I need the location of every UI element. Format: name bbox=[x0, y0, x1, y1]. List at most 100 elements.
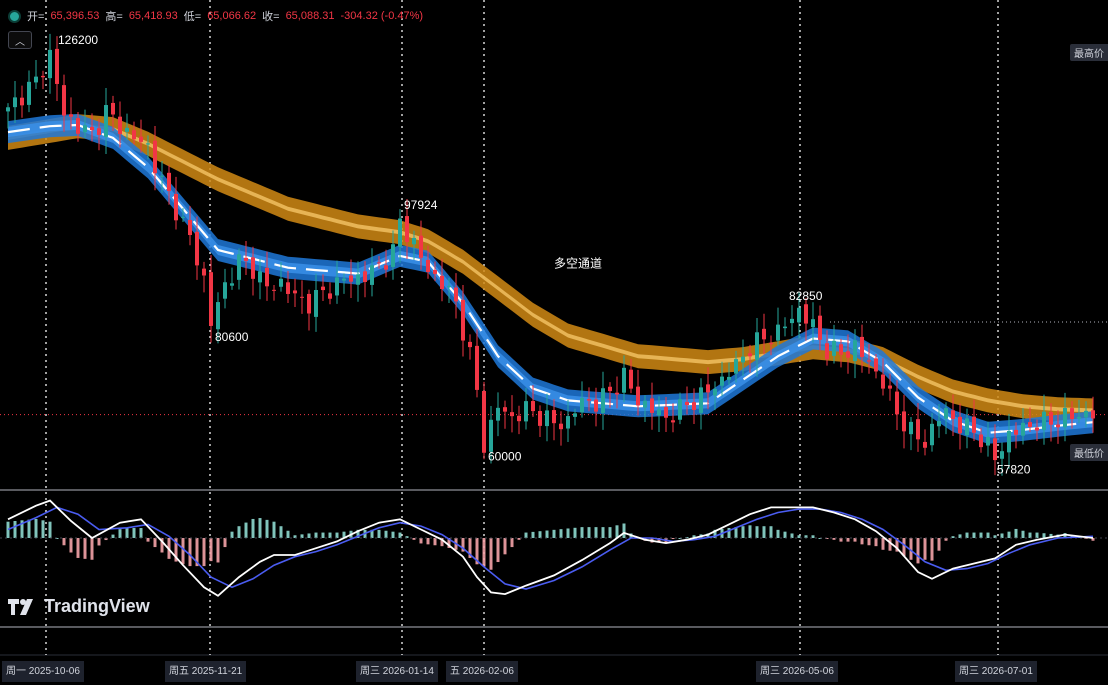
candle bbox=[440, 275, 444, 290]
candle bbox=[1000, 451, 1004, 459]
candle bbox=[419, 235, 423, 258]
macd-histogram-bar bbox=[902, 538, 906, 557]
candle bbox=[846, 351, 850, 358]
candle bbox=[930, 423, 934, 446]
candle bbox=[783, 326, 787, 329]
macd-histogram-bar bbox=[839, 538, 843, 542]
macd-histogram-bar bbox=[398, 532, 402, 538]
candle bbox=[237, 254, 241, 280]
candle bbox=[937, 421, 941, 427]
macd-histogram-bar bbox=[762, 526, 766, 538]
macd-histogram-bar bbox=[580, 527, 584, 538]
candle bbox=[83, 125, 87, 133]
macd-histogram-bar bbox=[622, 523, 626, 538]
candle bbox=[1014, 429, 1018, 435]
macd-histogram-bar bbox=[13, 521, 17, 538]
candle bbox=[1049, 411, 1053, 425]
candle bbox=[762, 328, 766, 340]
date-label-3: 周三 2026-01-14 bbox=[356, 661, 438, 682]
macd-histogram-bar bbox=[251, 518, 255, 538]
candle bbox=[636, 386, 640, 406]
macd-histogram-bar bbox=[237, 526, 241, 538]
open-label: 开= bbox=[27, 11, 45, 23]
candle bbox=[27, 81, 31, 105]
change-value: -304.32 (-0.47%) bbox=[340, 10, 424, 22]
candle bbox=[993, 438, 997, 461]
macd-histogram-bar bbox=[426, 538, 430, 545]
candle bbox=[160, 175, 164, 177]
macd-histogram-bar bbox=[965, 532, 969, 538]
macd-histogram-bar bbox=[286, 530, 290, 538]
candle bbox=[370, 265, 374, 285]
candle bbox=[741, 356, 745, 363]
price-annotation: 82850 bbox=[789, 289, 823, 303]
macd-histogram-bar bbox=[41, 520, 45, 538]
candle bbox=[566, 416, 570, 429]
macd-histogram-bar bbox=[937, 538, 941, 551]
date-label-2: 周五 2025-11-21 bbox=[165, 661, 247, 682]
candle bbox=[251, 257, 255, 279]
candle bbox=[489, 419, 493, 452]
candle bbox=[559, 423, 563, 430]
candle bbox=[482, 390, 486, 453]
macd-histogram-bar bbox=[552, 529, 556, 538]
macd-histogram-bar bbox=[531, 531, 535, 538]
candle bbox=[902, 411, 906, 432]
macd-histogram-bar bbox=[118, 529, 122, 538]
macd-histogram-bar bbox=[1021, 530, 1025, 538]
open-value: 65,396.53 bbox=[50, 10, 100, 22]
low-value: 65,066.62 bbox=[207, 10, 257, 22]
candle bbox=[447, 285, 451, 288]
candle bbox=[118, 116, 122, 135]
candle bbox=[62, 85, 66, 116]
macd-histogram-bar bbox=[881, 538, 885, 550]
macd-histogram-bar bbox=[783, 531, 787, 538]
macd-histogram-bar bbox=[566, 528, 570, 538]
candle bbox=[776, 324, 780, 341]
candle bbox=[349, 275, 353, 282]
high-label: 高= bbox=[105, 11, 123, 23]
candle bbox=[825, 343, 829, 360]
candle bbox=[76, 118, 80, 134]
candle bbox=[69, 114, 73, 117]
macd-histogram-bar bbox=[314, 532, 318, 538]
macd-histogram-bar bbox=[230, 531, 234, 538]
candle bbox=[706, 384, 710, 393]
candle bbox=[342, 278, 346, 281]
candle bbox=[573, 413, 577, 417]
chart-canvas[interactable]: 126200 80600 97924 60000 多空通道 82850 57820 bbox=[0, 0, 1108, 685]
macd-histogram-bar bbox=[125, 528, 129, 538]
candle bbox=[1070, 408, 1074, 420]
candle bbox=[496, 407, 500, 421]
macd-histogram-bar bbox=[391, 531, 395, 538]
low-label: 低= bbox=[183, 11, 202, 23]
macd-histogram-bar bbox=[510, 538, 514, 548]
macd-histogram-bar bbox=[496, 538, 500, 563]
chevron-down-icon[interactable]: ︿ bbox=[8, 31, 32, 49]
candle bbox=[1021, 422, 1025, 436]
tradingview-logo-icon bbox=[8, 598, 33, 615]
candle bbox=[202, 268, 206, 276]
macd-histogram-bar bbox=[272, 521, 276, 538]
macd-histogram-bar bbox=[83, 538, 87, 559]
macd-histogram-bar bbox=[615, 525, 619, 538]
macd-histogram-bar bbox=[265, 519, 269, 538]
macd-histogram-bar bbox=[279, 526, 283, 538]
candle bbox=[454, 287, 458, 302]
candle bbox=[531, 401, 535, 412]
candle bbox=[356, 274, 360, 285]
macd-histogram-bar bbox=[69, 538, 73, 553]
candle bbox=[244, 257, 248, 261]
candle bbox=[979, 434, 983, 448]
macd-histogram-bar bbox=[958, 534, 962, 538]
macd-histogram-bar bbox=[755, 526, 759, 538]
ohlc-legend: 开= 65,396.53 高= 65,418.93 低= 65,066.62 收= 65… bbox=[8, 8, 423, 24]
macd-histogram-bar bbox=[188, 538, 192, 567]
candle bbox=[405, 216, 409, 242]
macd-histogram-bar bbox=[601, 527, 605, 538]
macd-histogram-bar bbox=[223, 538, 227, 548]
macd-histogram-bar bbox=[433, 538, 437, 546]
macd-histogram-bar bbox=[860, 538, 864, 545]
price-annotation: 126200 bbox=[58, 33, 98, 47]
macd-histogram-bar bbox=[482, 538, 486, 567]
